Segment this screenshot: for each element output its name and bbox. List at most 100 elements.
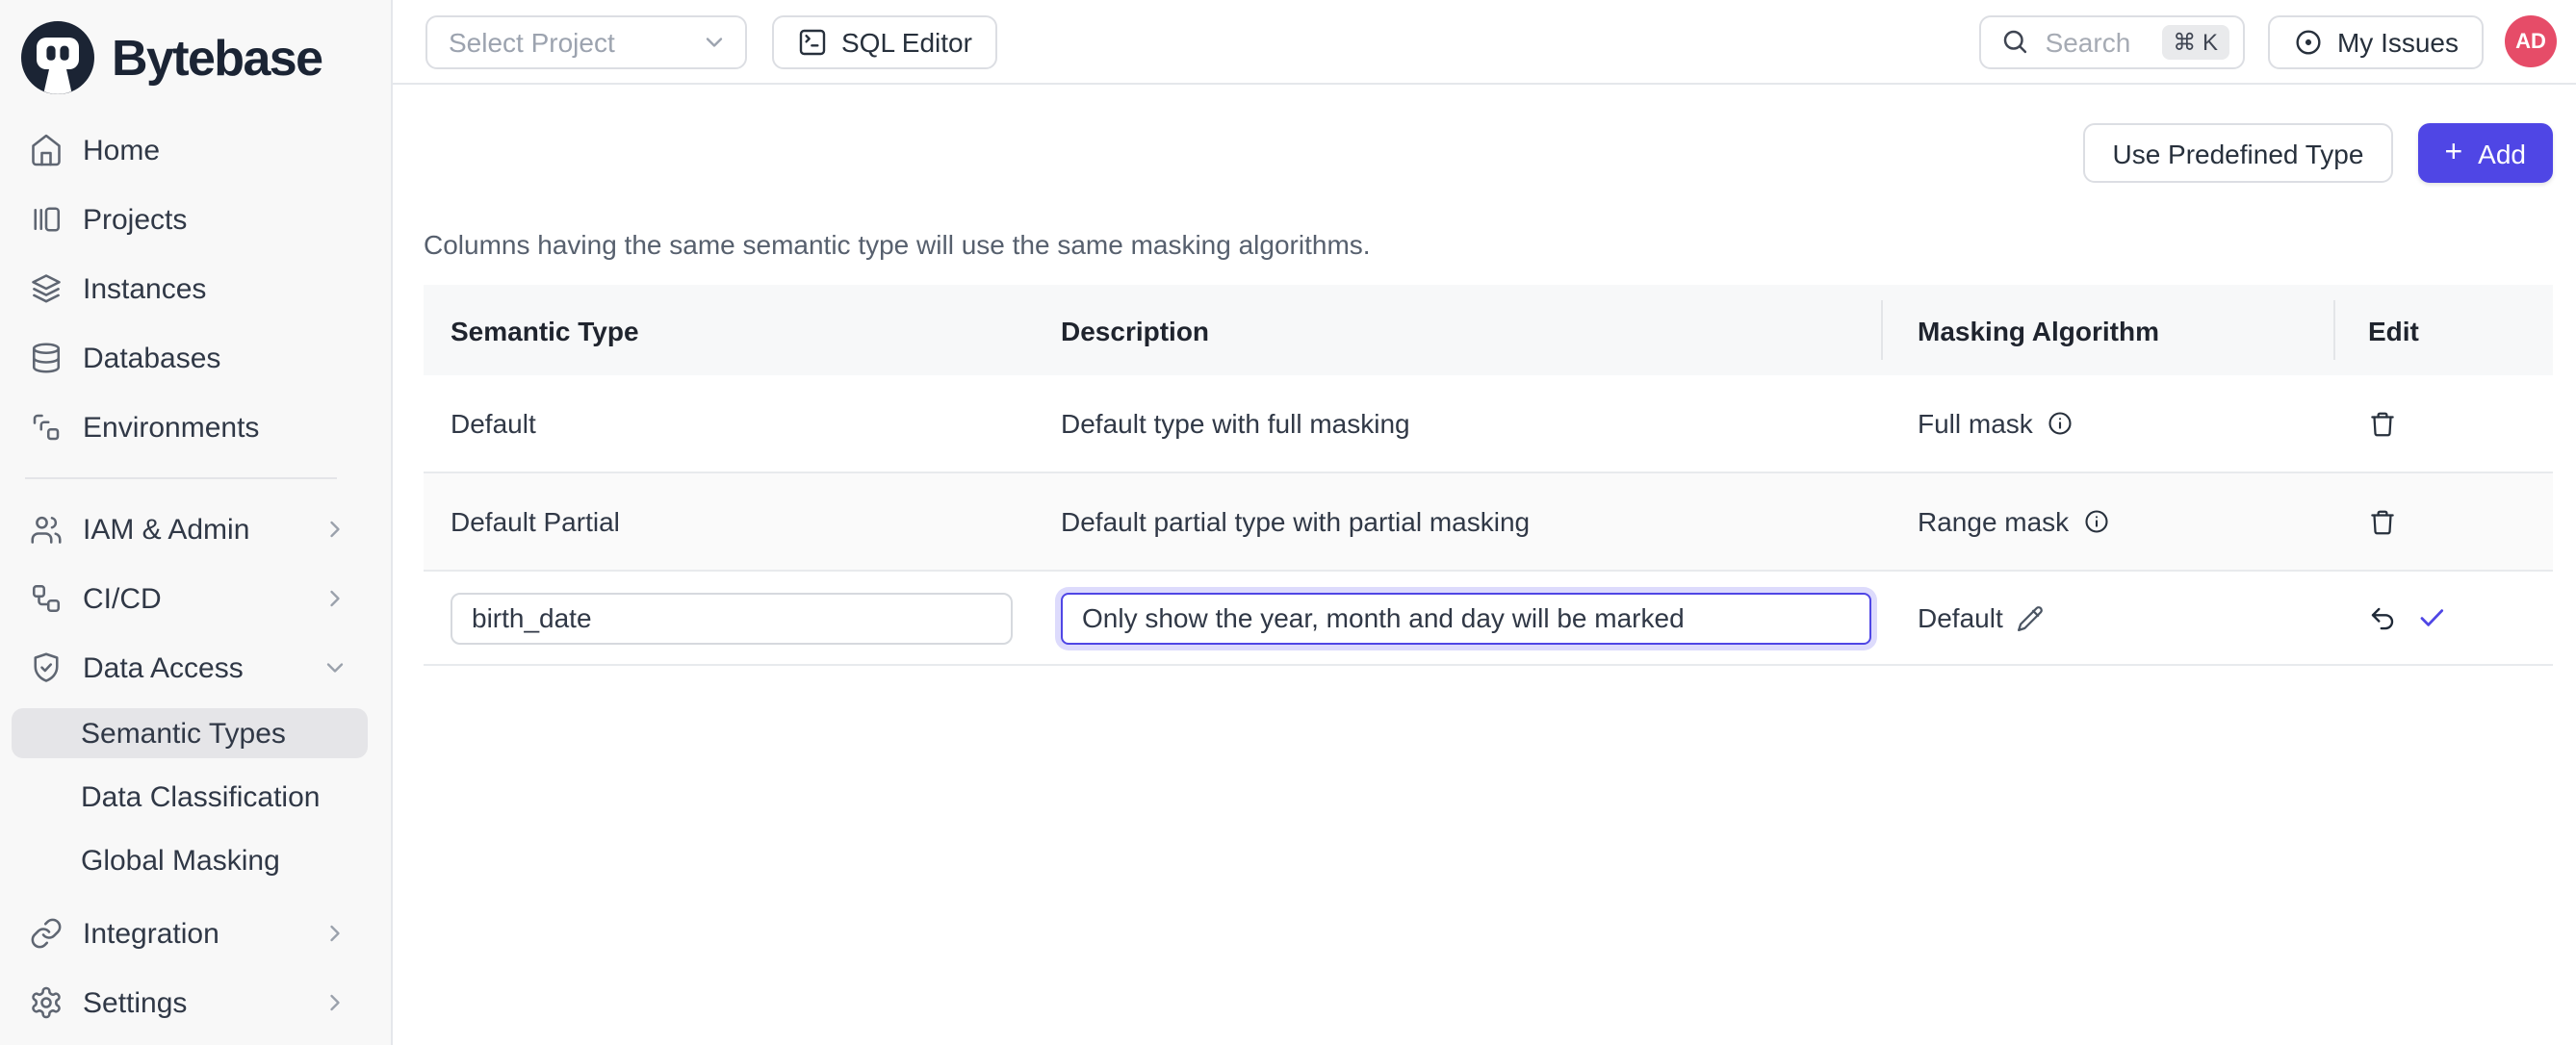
sidebar-item-label: IAM & Admin [83, 513, 322, 546]
semantic-types-table: Semantic Type Description Masking Algori… [424, 285, 2553, 666]
cell-edit [2333, 602, 2553, 633]
masking-algorithm-label: Full mask [1918, 408, 2033, 439]
search-placeholder: Search [2046, 26, 2131, 57]
shield-check-icon [29, 650, 64, 685]
app-window: Bytebase Home Projects Instances Databas… [0, 0, 2576, 1045]
undo-icon [2368, 603, 2397, 632]
info-icon[interactable] [2082, 508, 2109, 535]
sidebar-item-label: CI/CD [83, 582, 322, 615]
cell-description-input [1034, 592, 1881, 644]
trash-icon [2368, 409, 2397, 438]
main-area: Select Project SQL Editor Search ⌘ K My … [393, 0, 2576, 666]
sidebar-item-data-access[interactable]: Data Access [0, 633, 391, 702]
sidebar-item-environments[interactable]: Environments [0, 393, 391, 462]
project-select[interactable]: Select Project [425, 14, 747, 68]
column-header-semantic-type: Semantic Type [424, 285, 1034, 375]
cell-description: Default partial type with partial maskin… [1034, 506, 1881, 537]
add-label: Add [2478, 138, 2526, 168]
projects-icon [29, 202, 64, 237]
delete-button[interactable] [2368, 507, 2397, 536]
sidebar-item-label: Instances [83, 272, 391, 305]
cell-edit [2333, 409, 2553, 438]
link-icon [29, 916, 64, 951]
use-predefined-type-button[interactable]: Use Predefined Type [2083, 123, 2392, 183]
plus-icon: + [2444, 138, 2462, 168]
sidebar-item-projects[interactable]: Projects [0, 185, 391, 254]
sidebar-item-label: Integration [83, 917, 322, 950]
confirm-button[interactable] [2416, 602, 2447, 633]
cell-masking-algorithm: Default [1881, 602, 2333, 633]
description-input[interactable] [1061, 592, 1871, 644]
column-header-masking-algorithm: Masking Algorithm [1881, 285, 2333, 375]
sidebar-item-databases[interactable]: Databases [0, 323, 391, 393]
database-icon [29, 341, 64, 375]
workflow-icon [29, 581, 64, 616]
semantic-type-input[interactable] [451, 592, 1013, 644]
sidebar-subitem-label: Semantic Types [81, 717, 286, 750]
trash-icon [2368, 507, 2397, 536]
sidebar-item-iam-admin[interactable]: IAM & Admin [0, 495, 391, 564]
delete-button[interactable] [2368, 409, 2397, 438]
cell-description: Default type with full masking [1034, 408, 1881, 439]
sidebar-item-settings[interactable]: Settings [0, 968, 391, 1037]
sql-editor-label: SQL Editor [841, 26, 972, 57]
cell-semantic-type-input [424, 592, 1034, 644]
semantic-types-page: Use Predefined Type + Add Columns having… [393, 85, 2576, 666]
layers-icon [29, 271, 64, 306]
table-row: Default Default type with full masking F… [424, 375, 2553, 473]
brand-name: Bytebase [112, 28, 322, 88]
cell-edit [2333, 507, 2553, 536]
search-icon [2001, 27, 2030, 56]
sidebar-item-label: Projects [83, 203, 391, 236]
edit-algorithm-button[interactable] [2017, 603, 2046, 632]
sidebar: Bytebase Home Projects Instances Databas… [0, 0, 393, 1045]
sidebar-item-label: Environments [83, 411, 391, 444]
sidebar-item-label: Data Access [83, 651, 322, 684]
column-header-edit: Edit [2333, 285, 2553, 375]
search-shortcut-badge: ⌘ K [2161, 24, 2229, 59]
sidebar-item-label: Settings [83, 986, 322, 1019]
sidebar-item-data-classification[interactable]: Data Classification [12, 772, 368, 822]
terminal-square-icon [797, 26, 828, 57]
page-actions: Use Predefined Type + Add [424, 123, 2553, 183]
sql-editor-button[interactable]: SQL Editor [772, 14, 997, 68]
search-input[interactable]: Search ⌘ K [1980, 14, 2245, 68]
sidebar-subitem-label: Global Masking [81, 844, 280, 877]
chevron-right-icon [322, 516, 348, 543]
users-icon [29, 512, 64, 547]
cell-semantic-type: Default Partial [424, 506, 1034, 537]
undo-button[interactable] [2368, 603, 2397, 632]
page-hint: Columns having the same semantic type wi… [424, 229, 2553, 260]
sidebar-nav: Home Projects Instances Databases Enviro… [0, 115, 391, 1037]
sidebar-item-home[interactable]: Home [0, 115, 391, 185]
chevron-down-icon [701, 28, 728, 55]
table-row: Default Partial Default partial type wit… [424, 473, 2553, 572]
info-icon[interactable] [2047, 410, 2074, 437]
topbar: Select Project SQL Editor Search ⌘ K My … [393, 0, 2576, 85]
chevron-right-icon [322, 585, 348, 612]
brand-logo[interactable]: Bytebase [0, 0, 391, 100]
chevron-right-icon [322, 920, 348, 947]
pencil-icon [2017, 603, 2046, 632]
my-issues-button[interactable]: My Issues [2268, 14, 2484, 68]
column-header-description: Description [1034, 285, 1881, 375]
sidebar-item-semantic-types[interactable]: Semantic Types [12, 708, 368, 758]
table-header-row: Semantic Type Description Masking Algori… [424, 285, 2553, 375]
chevron-down-icon [322, 654, 348, 681]
circle-dot-icon [2293, 26, 2324, 57]
sidebar-divider [25, 477, 337, 479]
masking-algorithm-label: Default [1918, 602, 2003, 633]
cell-masking-algorithm: Range mask [1881, 506, 2333, 537]
gear-icon [29, 985, 64, 1020]
sidebar-item-global-masking[interactable]: Global Masking [12, 835, 368, 885]
sidebar-item-label: Databases [83, 342, 391, 374]
home-icon [29, 133, 64, 167]
sidebar-item-integration[interactable]: Integration [0, 899, 391, 968]
avatar[interactable]: AD [2505, 15, 2557, 67]
check-icon [2416, 602, 2447, 633]
sidebar-item-cicd[interactable]: CI/CD [0, 564, 391, 633]
add-button[interactable]: + Add [2417, 123, 2553, 183]
data-access-submenu: Semantic Types Data Classification Globa… [0, 708, 391, 885]
sidebar-item-instances[interactable]: Instances [0, 254, 391, 323]
masking-algorithm-label: Range mask [1918, 506, 2069, 537]
